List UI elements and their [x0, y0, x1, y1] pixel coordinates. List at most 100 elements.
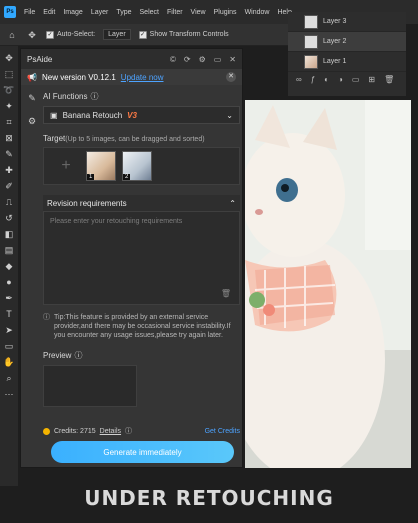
adjustment-icon[interactable]: ◑ — [338, 75, 343, 84]
folder-icon[interactable]: ▭ — [352, 75, 360, 84]
mask-icon[interactable]: ◐ — [324, 75, 329, 84]
settings-icon[interactable]: ⚙ — [199, 55, 206, 64]
menu-select[interactable]: Select — [140, 9, 159, 16]
speaker-icon: 📢 — [27, 72, 37, 82]
generate-button[interactable]: Generate immediately — [51, 441, 234, 463]
chevron-down-icon: ⌄ — [226, 110, 233, 120]
target-hint: (Up to 5 images, can be dragged and sort… — [65, 136, 205, 143]
pen-icon[interactable]: ✒ — [3, 292, 15, 304]
photoshop-logo: Ps — [4, 6, 16, 18]
layer-name: Layer 1 — [323, 58, 347, 65]
version-badge: V3 — [127, 110, 137, 120]
type-icon[interactable]: T — [3, 308, 15, 320]
options-bar: ⌂ ✥ ✓ Auto-Select: Layer ✓ Show Transfor… — [0, 24, 290, 46]
menu-type[interactable]: Type — [116, 9, 131, 16]
menu-edit[interactable]: Edit — [43, 9, 55, 16]
minimize-icon[interactable]: ▭ — [214, 55, 222, 64]
eyedropper-icon[interactable]: ✎ — [3, 148, 15, 160]
edit-icon[interactable]: ✎ — [28, 93, 36, 104]
target-thumbnail[interactable]: 1 — [86, 151, 116, 181]
move-icon[interactable]: ✥ — [3, 52, 15, 64]
layer-thumbnail — [304, 54, 318, 69]
menu-layer[interactable]: Layer — [91, 9, 109, 16]
update-now-link[interactable]: Update now — [121, 73, 164, 82]
target-label: Target — [43, 134, 66, 143]
credits-bar: Credits: 2715 Details ⓘ Get Credits — [43, 425, 240, 437]
menu-window[interactable]: Window — [245, 9, 270, 16]
ai-function-value: Banana Retouch — [62, 110, 123, 120]
auto-select-checkbox[interactable]: ✓ — [46, 30, 54, 39]
blur-icon[interactable]: ◆ — [3, 260, 15, 272]
auto-select-option[interactable]: ✓ Auto-Select: — [46, 30, 96, 39]
menu-plugins[interactable]: Plugins — [214, 9, 237, 16]
shape-icon[interactable]: ▭ — [3, 340, 15, 352]
notice-close-icon[interactable]: ✕ — [226, 72, 236, 82]
magic-wand-icon[interactable]: ✦ — [3, 100, 15, 112]
thumbnail-index: 2 — [123, 174, 131, 180]
target-thumbnail[interactable]: 2 — [122, 151, 152, 181]
dodge-icon[interactable]: ● — [3, 276, 15, 288]
info-icon: ⓘ — [43, 314, 50, 321]
transform-checkbox[interactable]: ✓ — [138, 30, 147, 39]
menu-filter[interactable]: Filter — [167, 9, 183, 16]
layer-row[interactable]: Layer 3 — [288, 12, 406, 32]
brush-icon[interactable]: ✐ — [3, 180, 15, 192]
move-tool-icon[interactable]: ✥ — [26, 29, 38, 41]
gear-icon[interactable]: ⚙ — [28, 116, 36, 127]
stamp-icon[interactable]: ⎍ — [3, 196, 15, 208]
layer-select[interactable]: Layer — [103, 29, 131, 40]
layer-thumbnail — [304, 14, 318, 29]
refresh-icon[interactable]: ⟳ — [184, 55, 191, 64]
menu-view[interactable]: View — [191, 9, 206, 16]
info-icon: ⓘ — [74, 351, 83, 360]
eraser-icon[interactable]: ◧ — [3, 228, 15, 240]
healing-icon[interactable]: ✚ — [3, 164, 15, 176]
zoom-icon[interactable]: ⌕ — [3, 372, 15, 384]
panel-content: AI Functions ⓘ ▣ Banana Retouch V3 ⌄ Tar… — [43, 85, 240, 407]
revision-header[interactable]: Revision requirements ⌃ — [43, 195, 240, 211]
add-image-button[interactable]: + — [52, 152, 80, 180]
ai-functions-label: AI Functions — [43, 92, 88, 101]
frame-icon[interactable]: ⊠ — [3, 132, 15, 144]
close-icon[interactable]: ✕ — [229, 55, 236, 64]
new-layer-icon[interactable]: ⊞ — [368, 75, 375, 84]
link-icon[interactable]: ∞ — [296, 75, 302, 84]
canvas-photo[interactable] — [245, 100, 411, 468]
more-tools-icon[interactable]: ⋯ — [3, 388, 15, 400]
copyright-icon[interactable]: © — [170, 55, 176, 64]
target-images: + 1 2 — [43, 147, 240, 185]
layers-panel: Layer 3 Layer 2 Layer 1 ∞ ƒ ◐ ◑ ▭ ⊞ 🗑 — [288, 12, 406, 96]
crop-icon[interactable]: ⌗ — [3, 116, 15, 128]
transform-option[interactable]: ✓ Show Transform Controls — [138, 30, 229, 39]
details-link[interactable]: Details — [100, 428, 121, 435]
clear-icon[interactable]: 🗑 — [221, 289, 231, 298]
get-credits-link[interactable]: Get Credits — [205, 428, 240, 435]
gradient-icon[interactable]: ▤ — [3, 244, 15, 256]
panel-header: PsAide © ⟳ ⚙ ▭ ✕ — [21, 49, 242, 69]
layers-footer: ∞ ƒ ◐ ◑ ▭ ⊞ 🗑 — [288, 72, 406, 86]
info-icon: ⓘ — [125, 428, 133, 435]
fx-icon[interactable]: ƒ — [311, 75, 315, 84]
layer-thumbnail — [304, 34, 318, 49]
home-icon[interactable]: ⌂ — [6, 29, 18, 41]
preview-label: Preview — [43, 351, 72, 360]
marquee-icon[interactable]: ⬚ — [3, 68, 15, 80]
preview-area — [43, 365, 137, 407]
target-heading: Target(Up to 5 images, can be dragged an… — [43, 134, 240, 143]
layer-row[interactable]: Layer 2 — [288, 32, 406, 52]
auto-select-label: Auto-Select: — [57, 31, 96, 38]
lasso-icon[interactable]: ➰ — [3, 84, 15, 96]
revision-label: Revision requirements — [47, 198, 127, 208]
ai-function-select[interactable]: ▣ Banana Retouch V3 ⌄ — [43, 106, 240, 124]
chevron-up-icon[interactable]: ⌃ — [229, 199, 236, 208]
layer-row[interactable]: Layer 1 — [288, 52, 406, 72]
history-brush-icon[interactable]: ↺ — [3, 212, 15, 224]
trash-icon[interactable]: 🗑 — [384, 75, 394, 84]
tip-text: Tip:This feature is provided by an exter… — [54, 314, 231, 339]
menu-image[interactable]: Image — [63, 9, 82, 16]
hand-icon[interactable]: ✋ — [3, 356, 15, 368]
revision-input[interactable]: Please enter your retouching requirement… — [43, 211, 240, 305]
path-select-icon[interactable]: ➤ — [3, 324, 15, 336]
layer-name: Layer 3 — [323, 18, 347, 25]
menu-file[interactable]: File — [24, 9, 35, 16]
